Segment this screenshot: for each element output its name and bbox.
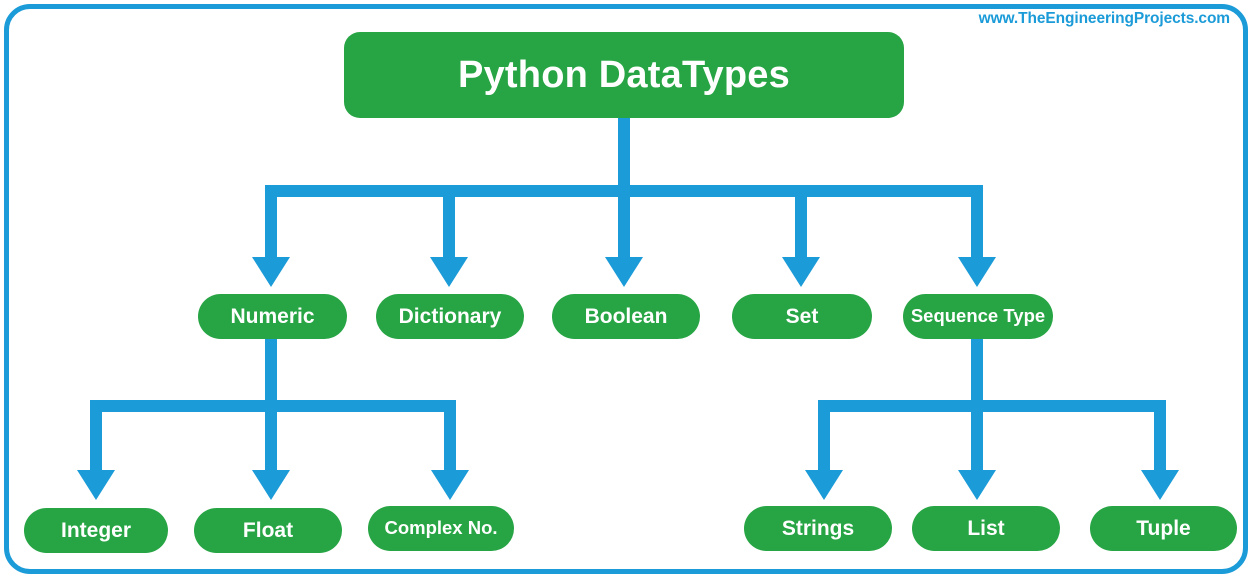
node-python-datatypes: Python DataTypes <box>344 32 904 118</box>
node-float: Float <box>194 508 342 553</box>
node-boolean: Boolean <box>552 294 700 339</box>
node-integer: Integer <box>24 508 168 553</box>
node-complex-no: Complex No. <box>368 506 514 551</box>
node-dictionary: Dictionary <box>376 294 524 339</box>
node-tuple: Tuple <box>1090 506 1237 551</box>
node-sequence-type: Sequence Type <box>903 294 1053 339</box>
diagram-canvas: www.TheEngineeringProjects.com Python Da… <box>0 0 1260 586</box>
node-list: List <box>912 506 1060 551</box>
node-strings: Strings <box>744 506 892 551</box>
node-set: Set <box>732 294 872 339</box>
node-numeric: Numeric <box>198 294 347 339</box>
